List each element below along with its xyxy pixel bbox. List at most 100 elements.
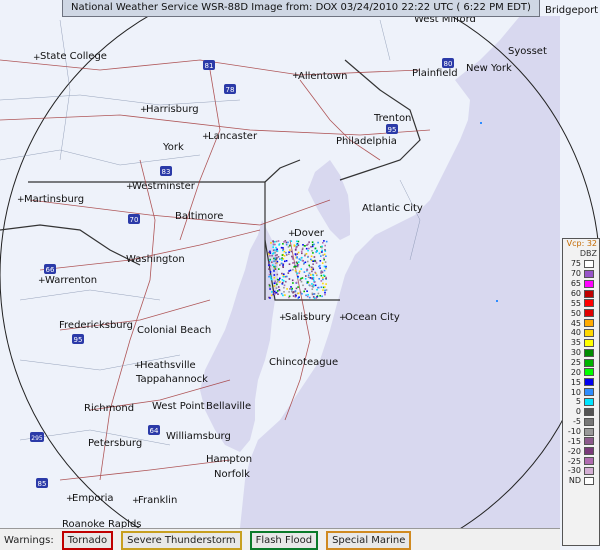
legend-row: 35 (563, 338, 599, 348)
city-bridgeport: Bridgeport (545, 5, 598, 16)
i66-shield: 66 (46, 266, 55, 274)
legend-swatch (584, 368, 594, 377)
legend-row: 75 (563, 259, 599, 269)
i81-shield: 81 (205, 62, 214, 70)
city-warrenton: Warrenton (45, 275, 97, 286)
legend-value: ND (568, 476, 581, 486)
city-fredericksburg: Fredericksburg (59, 320, 133, 331)
city-plainfield: Plainfield (412, 68, 458, 79)
legend-swatch (584, 279, 594, 288)
i295-shield: 295 (31, 435, 43, 442)
legend-value: 55 (570, 298, 581, 308)
legend-row: 5 (563, 397, 599, 407)
legend-swatch (584, 309, 594, 318)
city-harrisburg: Harrisburg (146, 104, 199, 115)
reflectivity-legend: Vcp: 32 DBZ 75 70 65 60 55 50 45 40 35 30 25 20 15 10… (562, 238, 600, 546)
city-allentown: Allentown (298, 71, 347, 82)
city-petersburg: Petersburg (88, 438, 142, 449)
legend-row: -30 (563, 466, 599, 476)
i95-shield-north: 95 (388, 126, 397, 134)
city-york: York (162, 142, 184, 153)
city-baltimore: Baltimore (175, 211, 223, 222)
city-martinsburg: Martinsburg (24, 194, 84, 205)
legend-scale: 75 70 65 60 55 50 45 40 35 30 25 20 15 10 5 0 -5 -10 -15 -2… (563, 259, 599, 486)
legend-swatch (584, 338, 594, 347)
legend-row: 20 (563, 367, 599, 377)
city-lancaster: Lancaster (208, 131, 258, 142)
legend-swatch (584, 388, 594, 397)
legend-value: 20 (570, 367, 581, 377)
city-williamsburg: Williamsburg (166, 431, 231, 442)
legend-value: -10 (567, 427, 581, 437)
city-new-york: New York (466, 63, 512, 74)
legend-row: 70 (563, 269, 599, 279)
city-westminster: Westminster (132, 181, 196, 192)
flash-flood-warning-button[interactable]: Flash Flood (249, 530, 319, 550)
legend-swatch (584, 259, 594, 268)
legend-swatch (584, 466, 594, 475)
city-heathsville: Heathsville (140, 360, 196, 371)
legend-row: -10 (563, 427, 599, 437)
legend-swatch (584, 319, 594, 328)
city-emporia: Emporia (72, 493, 114, 504)
legend-value: 50 (570, 308, 581, 318)
legend-swatch (584, 417, 594, 426)
city-syosset: Syosset (508, 46, 547, 57)
legend-row: ND (563, 476, 599, 486)
radar-map-frame: 81 78 83 70 66 95 95 64 85 295 80 New Ha… (0, 0, 600, 550)
legend-value: 35 (570, 338, 581, 348)
city-bellaville: Bellaville (206, 401, 251, 412)
severe-thunderstorm-warning-button[interactable]: Severe Thunderstorm (121, 530, 242, 550)
legend-row: -20 (563, 446, 599, 456)
city-atlantic-city: Atlantic City (362, 203, 423, 214)
legend-row: 60 (563, 289, 599, 299)
legend-row: 10 (563, 387, 599, 397)
i85-shield: 85 (38, 480, 47, 488)
legend-swatch (584, 476, 594, 485)
warnings-label: Warnings: (4, 534, 54, 546)
legend-value: -20 (567, 446, 581, 456)
city-norfolk: Norfolk (214, 469, 250, 480)
tornado-warning-button[interactable]: Tornado (61, 530, 114, 550)
legend-value: 65 (570, 279, 581, 289)
legend-row: 55 (563, 298, 599, 308)
legend-value: 75 (570, 259, 581, 269)
legend-swatch (584, 358, 594, 367)
legend-value: 30 (570, 348, 581, 358)
city-state-college: State College (40, 51, 107, 62)
legend-swatch (584, 348, 594, 357)
i95-shield-south: 95 (74, 336, 83, 344)
special-marine-warning-button[interactable]: Special Marine (326, 530, 412, 550)
legend-swatch (584, 289, 594, 298)
legend-row: 30 (563, 348, 599, 358)
city-washington: Washington (126, 254, 185, 265)
legend-swatch (584, 447, 594, 456)
city-chincoteague: Chincoteague (269, 357, 338, 368)
legend-row: 45 (563, 318, 599, 328)
legend-swatch (584, 457, 594, 466)
legend-swatch (584, 299, 594, 308)
warnings-bar: Warnings: Tornado Severe Thunderstorm Fl… (0, 528, 560, 550)
city-richmond: Richmond (84, 403, 134, 414)
legend-swatch (584, 328, 594, 337)
legend-value: -5 (573, 417, 581, 427)
legend-value: 45 (570, 318, 581, 328)
legend-value: 25 (570, 358, 581, 368)
legend-swatch (584, 427, 594, 436)
i78-shield: 78 (226, 86, 235, 94)
legend-vcp: Vcp: 32 (566, 239, 597, 248)
legend-value: 70 (570, 269, 581, 279)
legend-swatch (584, 397, 594, 406)
legend-value: -15 (567, 436, 581, 446)
legend-value: 15 (570, 377, 581, 387)
radar-map: 81 78 83 70 66 95 95 64 85 295 80 New Ha… (0, 0, 600, 550)
i64-shield: 64 (150, 427, 159, 435)
city-ocean-city: Ocean City (345, 312, 400, 323)
legend-value: 10 (570, 387, 581, 397)
header-banner: National Weather Service WSR-88D Image f… (62, 0, 540, 17)
i70-shield: 70 (130, 216, 139, 224)
legend-row: 25 (563, 358, 599, 368)
city-salisbury: Salisbury (285, 312, 331, 323)
legend-value: -25 (567, 456, 581, 466)
legend-value: 60 (570, 289, 581, 298)
